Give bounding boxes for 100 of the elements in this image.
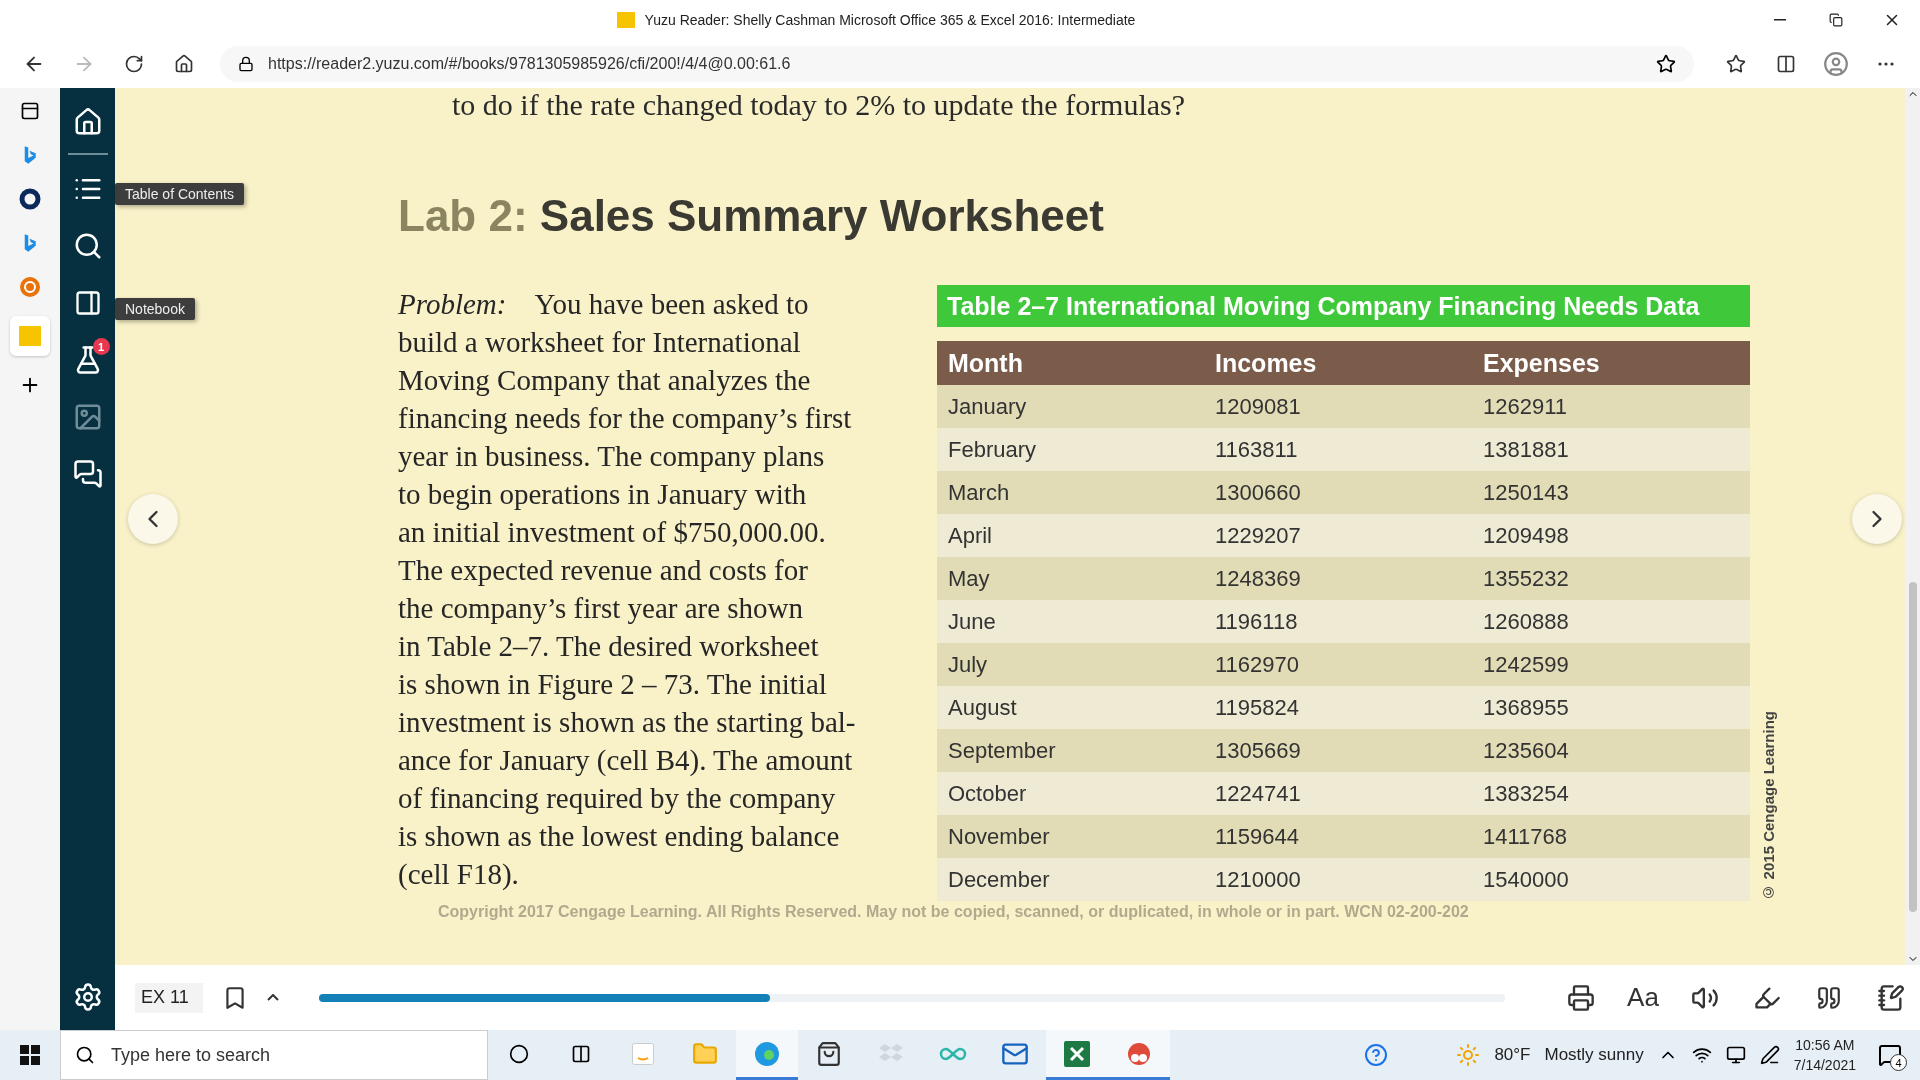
weather-icon: [1456, 1043, 1481, 1067]
tab-panel-icon: [20, 101, 40, 121]
page-field[interactable]: EX 11: [135, 982, 203, 1013]
star-icon: [1726, 54, 1746, 74]
lab-button[interactable]: 1: [63, 336, 112, 384]
table-cell-text: January: [947, 393, 1028, 420]
table-cell-text: February: [947, 436, 1038, 463]
body-text: to do if the rate changed today to 2% to update the formulas?: [452, 88, 1187, 121]
clock-time: 10:56 AM: [1795, 1036, 1855, 1055]
table-cell-text: 1368955: [1482, 694, 1570, 721]
snipping-tool-button[interactable]: [1108, 1030, 1170, 1080]
table-cell-text: August: [947, 694, 1018, 721]
table-cell-text: 1163811: [1214, 436, 1299, 463]
table-cell-text: March: [947, 479, 1011, 506]
bing-logo-icon: [23, 145, 37, 165]
spreadsheet-icon: [1064, 1040, 1090, 1067]
table-cell-text: 1210000: [1214, 866, 1302, 893]
table-cell-text: 1209081: [1214, 393, 1302, 420]
table-cell-text: December: [947, 866, 1051, 893]
windows-logo-icon: [20, 1045, 40, 1065]
home-icon: [174, 54, 194, 74]
task-view-icon: [571, 1043, 591, 1064]
network-icon: [1691, 1045, 1712, 1065]
table-cell-text: 1195824: [1214, 694, 1300, 721]
printer-icon: [1567, 983, 1595, 1012]
pen-icon: [1759, 1045, 1780, 1065]
table-cell-text: 1383254: [1482, 780, 1570, 807]
tooltip: Table of Contents: [115, 183, 244, 205]
more-icon: [1878, 62, 1894, 66]
taskbar-search-box[interactable]: Type here to search: [60, 1030, 488, 1080]
temperature: 80°F: [1494, 1045, 1531, 1065]
table-cell-text: 1229207: [1214, 522, 1302, 549]
browser-button[interactable]: [736, 1030, 798, 1080]
text-size-button[interactable]: Aa: [1617, 975, 1669, 1020]
star-icon: [1656, 54, 1676, 74]
problem-paragraph: Problem: You have been asked to build a worksheet for International Moving Company that analyzes the financing needs for the company’s first year in business. The company plans to begin operations in January with an initial investment of $750,000.00. The expected revenue and costs for the company’s first year are shown in Table 2–7. The desired worksheet is shown in Figure 2 – 73. The initial investment is shown as the starting bal- ance for January (cell B4). The amount of financing required by the company is shown as the lowest ending balance (cell F18).: [398, 287, 857, 892]
search-icon: [75, 1045, 95, 1065]
table-cell-text: 1242599: [1482, 651, 1570, 678]
circle-icon: [509, 1043, 529, 1064]
window-title: Yuzu Reader: Shelly Cashman Microsoft Office 365 & Excel 2016: Intermediate: [644, 12, 1136, 28]
display-icon: [1725, 1045, 1746, 1065]
home-icon: [72, 107, 103, 137]
copyright-notice: Copyright 2017 Cengage Learning. All Rights Reserved. May not be copied, scanned, or duplicated, in whole or in part. WCN 02-200-202: [438, 903, 1470, 921]
address-bar[interactable]: https://reader2.yuzu.com/#/books/9781305985926/cfi/200!/4/4@0.00:61.6: [220, 46, 1694, 82]
next-page-button[interactable]: [1852, 494, 1902, 544]
table-cell-text: 1224741: [1214, 780, 1302, 807]
previous-page-button[interactable]: [128, 494, 178, 544]
table-cell-text: 1305669: [1214, 737, 1302, 764]
table-cell-text: 1248369: [1214, 565, 1302, 592]
table-cell-text: 1209498: [1482, 522, 1570, 549]
collections-icon: [1776, 54, 1796, 74]
ring-icon: [19, 188, 41, 210]
progress-track[interactable]: [319, 993, 1505, 1002]
settings-icon: [72, 982, 103, 1012]
taskbar-search-field[interactable]: Type here to search: [109, 1043, 487, 1067]
table-cell-text: 1355232: [1482, 565, 1570, 592]
scrollbar-thumb[interactable]: [1908, 581, 1917, 912]
spreadsheet-app-button[interactable]: [1046, 1030, 1108, 1080]
table-cell-text: May: [947, 565, 991, 592]
bing-logo-icon: [23, 233, 37, 253]
notification-badge: 1: [92, 338, 110, 355]
shopping-app-icon: [632, 1042, 654, 1065]
messages-icon: [72, 459, 103, 489]
reader-logo-icon: [19, 326, 41, 346]
restore-icon: [1829, 13, 1843, 27]
table-cell-text: 1262911: [1482, 393, 1568, 420]
table-cell-text: 1540000: [1482, 866, 1570, 893]
browser-icon: [753, 1039, 781, 1068]
clock-date: 7/14/2021: [1793, 1056, 1856, 1075]
table-cell-text: 1162970: [1214, 651, 1300, 678]
infinity-icon: [939, 1045, 967, 1062]
notification-count: 4: [1890, 1054, 1907, 1071]
table-cell-text: 1196118: [1214, 608, 1299, 635]
notebook-icon: [73, 289, 102, 317]
shopping-bag-icon: [816, 1040, 842, 1067]
minimize-icon: [1774, 19, 1786, 21]
avatar-icon: [1823, 51, 1849, 77]
table-cell-text: 1159644: [1214, 823, 1300, 850]
table-cell-text: 1381881: [1482, 436, 1570, 463]
table-cell-text: April: [947, 522, 993, 549]
help-icon: [1364, 1043, 1389, 1067]
folder-icon: [692, 1040, 718, 1067]
table-cell-text: November: [947, 823, 1051, 850]
weather-text: Mostly sunny: [1544, 1045, 1644, 1065]
table-cell-text: 1411768: [1482, 823, 1568, 850]
notifications-button[interactable]: 4: [1870, 1035, 1910, 1075]
table-cell-text: September: [947, 737, 1057, 764]
quote-icon: [1816, 984, 1842, 1011]
caret-icon: [267, 994, 279, 1001]
table-cell-text: 1300660: [1214, 479, 1302, 506]
site-logo-icon: [616, 12, 635, 28]
table-cell-text: June: [947, 608, 997, 635]
lab-heading: Lab 2: Sales Summary Worksheet: [398, 191, 1105, 241]
column-header: Incomes: [1214, 348, 1318, 378]
table-cell-text: 1260888: [1482, 608, 1570, 635]
reload-icon: [124, 54, 144, 74]
table-cell-text: 1235604: [1482, 737, 1570, 764]
table-cell-text: October: [947, 780, 1028, 807]
image-credit: © 2015 Cengage Learning: [1760, 711, 1777, 901]
notebook-pen-icon: [1877, 983, 1905, 1012]
